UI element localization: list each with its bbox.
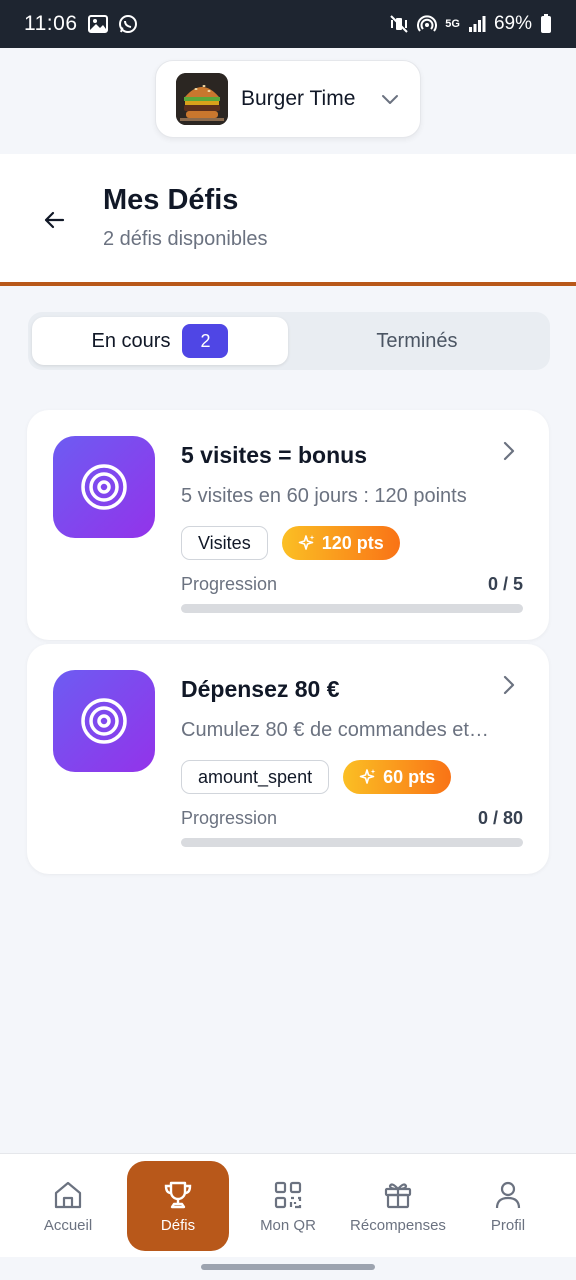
battery-percent: 69%	[493, 13, 532, 34]
status-bar: 11:06 5G 69%	[0, 0, 576, 48]
challenge-type-tag: Visites	[181, 526, 268, 560]
count-badge: 2	[182, 324, 229, 358]
whatsapp-icon	[118, 14, 138, 34]
challenge-description: Cumulez 80 € de commandes et…	[181, 719, 489, 741]
screen: 11:06 5G 69% Burger Time Mes Défis 2 déf…	[0, 0, 576, 1280]
page-title: Mes Défis	[103, 184, 239, 216]
signal-icon	[468, 16, 486, 32]
user-icon	[492, 1179, 524, 1211]
battery-icon	[540, 14, 552, 34]
chevron-down-icon	[380, 89, 400, 109]
burger-logo-image	[176, 73, 228, 125]
home-indicator[interactable]	[201, 1264, 375, 1270]
tab-en-cours-label: En cours	[91, 329, 171, 352]
restaurant-name: Burger Time	[241, 87, 356, 110]
nav-label: Accueil	[43, 1216, 93, 1234]
progress-value: 0 / 5	[487, 574, 523, 594]
progress-bar	[181, 838, 523, 847]
sparkles-icon	[359, 768, 377, 786]
points-badge: 60 pts	[343, 760, 452, 794]
qr-code-icon	[272, 1179, 304, 1211]
nav-label: Récompenses	[350, 1216, 446, 1234]
arrow-left-icon	[43, 209, 65, 231]
page-subtitle: 2 défis disponibles	[103, 228, 268, 250]
points-value: 120 pts	[321, 532, 384, 553]
gallery-icon	[87, 15, 108, 33]
challenge-card[interactable]: Dépensez 80 € Cumulez 80 € de commandes …	[27, 644, 549, 874]
challenge-title: 5 visites = bonus	[181, 442, 367, 468]
nav-label: Défis	[160, 1216, 196, 1234]
mute-vibrate-icon	[389, 15, 409, 33]
progress-value: 0 / 80	[477, 808, 523, 828]
progress-bar	[181, 604, 523, 613]
nav-label: Mon QR	[260, 1216, 316, 1234]
nav-item-defis[interactable]: Défis	[127, 1161, 229, 1251]
home-icon	[52, 1179, 84, 1211]
trophy-icon	[162, 1179, 194, 1211]
points-badge: 120 pts	[281, 526, 400, 560]
status-time: 11:06	[24, 12, 78, 35]
tab-en-cours[interactable]: En cours 2	[32, 317, 288, 365]
bottom-navigation: Accueil Défis Mon QR Récompenses Profil	[0, 1153, 576, 1257]
hotspot-icon	[417, 14, 438, 34]
page-header: Mes Défis 2 défis disponibles	[0, 154, 576, 286]
chevron-right-icon	[501, 674, 517, 696]
nav-item-recompenses[interactable]: Récompenses	[340, 1161, 456, 1251]
challenge-card[interactable]: 5 visites = bonus 5 visites en 60 jours …	[27, 410, 549, 640]
nav-item-mon-qr[interactable]: Mon QR	[238, 1161, 338, 1251]
restaurant-selector[interactable]: Burger Time	[155, 60, 421, 138]
points-value: 60 pts	[383, 766, 436, 787]
chevron-right-icon	[501, 440, 517, 462]
progress-label: Progression	[181, 808, 278, 828]
back-button[interactable]	[38, 204, 70, 236]
challenge-description: 5 visites en 60 jours : 120 points	[181, 485, 467, 507]
target-icon	[53, 436, 155, 538]
progress-label: Progression	[181, 574, 278, 594]
nav-label: Profil	[490, 1216, 526, 1234]
tab-termines[interactable]: Terminés	[288, 317, 546, 365]
nav-item-profil[interactable]: Profil	[462, 1161, 554, 1251]
gift-icon	[382, 1179, 414, 1211]
challenge-title: Dépensez 80 €	[181, 676, 340, 702]
target-icon	[53, 670, 155, 772]
sparkles-icon	[298, 534, 316, 552]
tag-row: amount_spent 60 pts	[181, 760, 452, 794]
restaurant-selector-area: Burger Time	[0, 48, 576, 154]
challenge-tabs: En cours 2 Terminés	[28, 312, 550, 370]
network-5g-label: 5G	[445, 18, 460, 30]
challenge-type-tag: amount_spent	[181, 760, 330, 794]
nav-item-accueil[interactable]: Accueil	[18, 1161, 118, 1251]
tag-row: Visites 120 pts	[181, 526, 400, 560]
